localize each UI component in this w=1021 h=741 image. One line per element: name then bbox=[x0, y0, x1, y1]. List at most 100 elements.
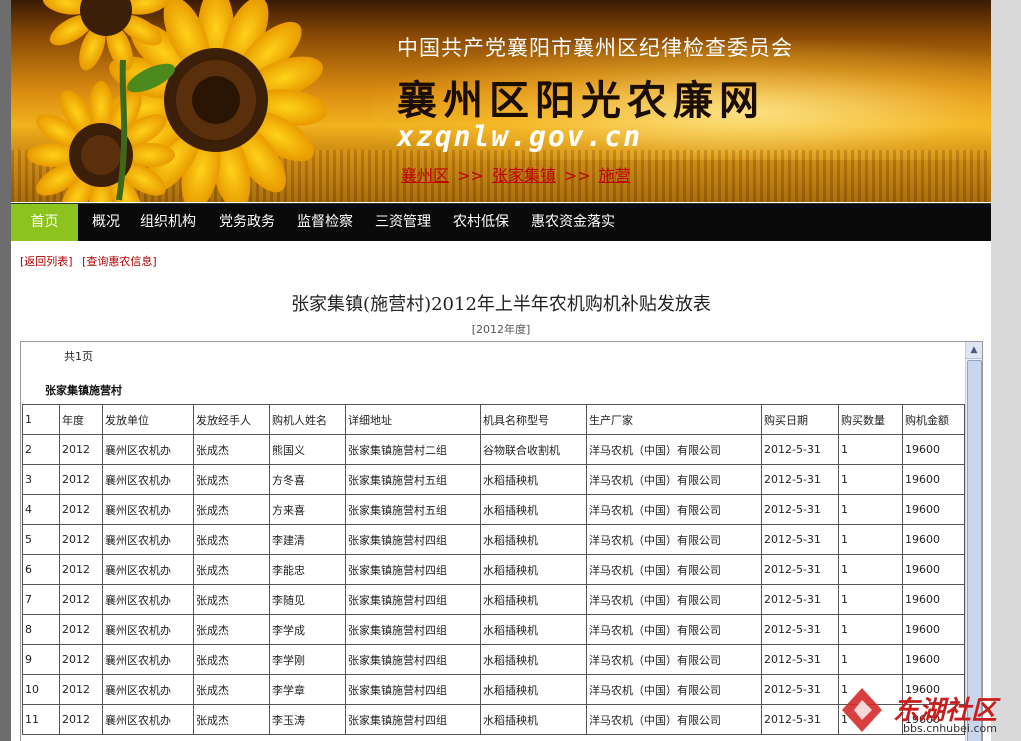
table-cell: 4 bbox=[22, 494, 60, 525]
table-cell: 襄州区农机办 bbox=[102, 704, 194, 735]
table-cell: 水稻插秧机 bbox=[480, 614, 587, 645]
table-cell: 张成杰 bbox=[193, 704, 270, 735]
table-cell: 张成杰 bbox=[193, 434, 270, 465]
table-cell: 19600 bbox=[902, 614, 965, 645]
site-title: 襄州区阳光农廉网 bbox=[397, 77, 765, 124]
table-cell: 发放单位 bbox=[102, 404, 194, 435]
table-row: 3 2012 襄州区农机办 张成杰 方冬喜 张家集镇施营村五组 水稻插秧机 洋马农机（中国）有… bbox=[22, 464, 965, 495]
subsidy-table: 1 年度 发放单位 发放经手人 购机人姓名 详细地址 机具名称型号 生产厂家 购买日期 购买数量购… bbox=[22, 404, 965, 735]
table-cell: 张家集镇施营村五组 bbox=[345, 494, 481, 525]
back-to-list-link[interactable]: [返回列表] bbox=[20, 255, 73, 268]
table-cell: 1 bbox=[22, 404, 60, 435]
table-cell: 2012 bbox=[59, 434, 103, 465]
table-cell: 19600 bbox=[902, 584, 965, 615]
table-cell: 襄州区农机办 bbox=[102, 494, 194, 525]
table-cell: 2012 bbox=[59, 524, 103, 555]
table-row: 8 2012 襄州区农机办 张成杰 李学成 张家集镇施营村四组 水稻插秧机 洋马农机（中国）有… bbox=[22, 614, 965, 645]
breadcrumb-link-town[interactable]: 张家集镇 bbox=[492, 166, 556, 185]
table-cell: 张成杰 bbox=[193, 524, 270, 555]
table-cell: 李学刚 bbox=[269, 644, 346, 675]
table-cell: 李随见 bbox=[269, 584, 346, 615]
table-cell: 购机金额 bbox=[902, 404, 965, 435]
page-count: 共1页 bbox=[64, 350, 93, 363]
table-cell: 19600 bbox=[902, 554, 965, 585]
table-cell: 1 bbox=[838, 494, 903, 525]
breadcrumb-separator: >> bbox=[457, 166, 484, 185]
table-cell: 5 bbox=[22, 524, 60, 555]
site-domain: xzqnlw.gov.cn bbox=[397, 120, 643, 153]
table-cell: 襄州区农机办 bbox=[102, 674, 194, 705]
table-cell: 1 bbox=[838, 524, 903, 555]
table-cell: 水稻插秧机 bbox=[480, 674, 587, 705]
query-info-link[interactable]: [查询惠农信息] bbox=[82, 255, 157, 268]
watermark-url: bbs.cnhubei.com bbox=[903, 722, 997, 735]
table-cell: 洋马农机（中国）有限公司 bbox=[586, 584, 762, 615]
table-cell: 襄州区农机办 bbox=[102, 524, 194, 555]
table-cell: 李玉涛 bbox=[269, 704, 346, 735]
embedded-document-frame[interactable]: 共1页 张家集镇施营村 1 年度 发放单位 发放经手人 购机人姓名 详细地址 机具名称型号生… bbox=[20, 341, 983, 741]
table-cell: 2012 bbox=[59, 464, 103, 495]
table-cell: 张成杰 bbox=[193, 554, 270, 585]
nav-item-farm-funds[interactable]: 惠农资金落实 bbox=[531, 204, 615, 241]
table-cell: 张家集镇施营村四组 bbox=[345, 524, 481, 555]
table-cell: 2012 bbox=[59, 494, 103, 525]
table-cell: 张家集镇施营村四组 bbox=[345, 674, 481, 705]
table-cell: 洋马农机（中国）有限公司 bbox=[586, 464, 762, 495]
table-row: 5 2012 襄州区农机办 张成杰 李建清 张家集镇施营村四组 水稻插秧机 洋马农机（中国）有… bbox=[22, 524, 965, 555]
table-cell: 襄州区农机办 bbox=[102, 644, 194, 675]
vertical-scrollbar[interactable]: ▲ bbox=[965, 342, 982, 741]
table-cell: 1 bbox=[838, 644, 903, 675]
table-cell: 洋马农机（中国）有限公司 bbox=[586, 614, 762, 645]
table-cell: 2 bbox=[22, 434, 60, 465]
nav-item-overview[interactable]: 概况 bbox=[92, 204, 120, 241]
table-cell: 谷物联合收割机 bbox=[480, 434, 587, 465]
table-cell: 2012-5-31 bbox=[761, 524, 839, 555]
table-cell: 购机人姓名 bbox=[269, 404, 346, 435]
table-cell: 19600 bbox=[902, 644, 965, 675]
table-cell: 3 bbox=[22, 464, 60, 495]
table-cell: 张成杰 bbox=[193, 614, 270, 645]
table-cell: 6 bbox=[22, 554, 60, 585]
table-cell: 11 bbox=[22, 704, 60, 735]
page: 中国共产党襄阳市襄州区纪律检查委员会 襄州区阳光农廉网 xzqnlw.gov.c… bbox=[11, 0, 991, 741]
table-row: 6 2012 襄州区农机办 张成杰 李能忠 张家集镇施营村四组 水稻插秧机 洋马农机（中国）有… bbox=[22, 554, 965, 585]
table-cell: 张成杰 bbox=[193, 644, 270, 675]
table-cell: 张成杰 bbox=[193, 494, 270, 525]
table-cell: 1 bbox=[838, 554, 903, 585]
nav-item-home[interactable]: 首页 bbox=[11, 204, 78, 241]
breadcrumb-link-district[interactable]: 襄州区 bbox=[401, 166, 449, 185]
table-cell: 2012 bbox=[59, 554, 103, 585]
page-background-right bbox=[991, 0, 1021, 741]
table-cell: 洋马农机（中国）有限公司 bbox=[586, 704, 762, 735]
nav-item-party-affairs[interactable]: 党务政务 bbox=[219, 204, 275, 241]
action-links: [返回列表] [查询惠农信息] bbox=[20, 253, 163, 269]
village-heading: 张家集镇施营村 bbox=[45, 384, 122, 397]
table-cell: 19600 bbox=[902, 524, 965, 555]
main-nav: 首页 概况 组织机构 党务政务 监督检察 三资管理 农村低保 惠农资金落实 bbox=[11, 203, 991, 241]
table-cell: 李建清 bbox=[269, 524, 346, 555]
table-body: 1 年度 发放单位 发放经手人 购机人姓名 详细地址 机具名称型号 生产厂家 购买日期 购买数量购… bbox=[22, 404, 965, 735]
table-row: 7 2012 襄州区农机办 张成杰 李随见 张家集镇施营村四组 水稻插秧机 洋马农机（中国）有… bbox=[22, 584, 965, 615]
nav-item-three-assets[interactable]: 三资管理 bbox=[375, 204, 431, 241]
breadcrumb-link-village[interactable]: 施营 bbox=[599, 166, 631, 185]
table-cell: 9 bbox=[22, 644, 60, 675]
scroll-up-arrow-icon[interactable]: ▲ bbox=[966, 342, 982, 359]
table-cell: 2012-5-31 bbox=[761, 464, 839, 495]
table-cell: 发放经手人 bbox=[193, 404, 270, 435]
nav-item-supervision[interactable]: 监督检察 bbox=[297, 204, 353, 241]
table-cell: 生产厂家 bbox=[586, 404, 762, 435]
table-cell: 张成杰 bbox=[193, 674, 270, 705]
table-cell: 熊国义 bbox=[269, 434, 346, 465]
table-cell: 襄州区农机办 bbox=[102, 464, 194, 495]
table-cell: 2012 bbox=[59, 614, 103, 645]
nav-item-organization[interactable]: 组织机构 bbox=[140, 204, 196, 241]
table-cell: 洋马农机（中国）有限公司 bbox=[586, 434, 762, 465]
table-cell: 张成杰 bbox=[193, 464, 270, 495]
table-cell: 水稻插秧机 bbox=[480, 464, 587, 495]
table-cell: 2012-5-31 bbox=[761, 584, 839, 615]
table-cell: 2012-5-31 bbox=[761, 674, 839, 705]
document-title: 张家集镇(施营村)2012年上半年农机购机补贴发放表 bbox=[291, 294, 711, 315]
table-cell: 襄州区农机办 bbox=[102, 434, 194, 465]
nav-item-subsistence[interactable]: 农村低保 bbox=[453, 204, 509, 241]
table-cell: 详细地址 bbox=[345, 404, 481, 435]
